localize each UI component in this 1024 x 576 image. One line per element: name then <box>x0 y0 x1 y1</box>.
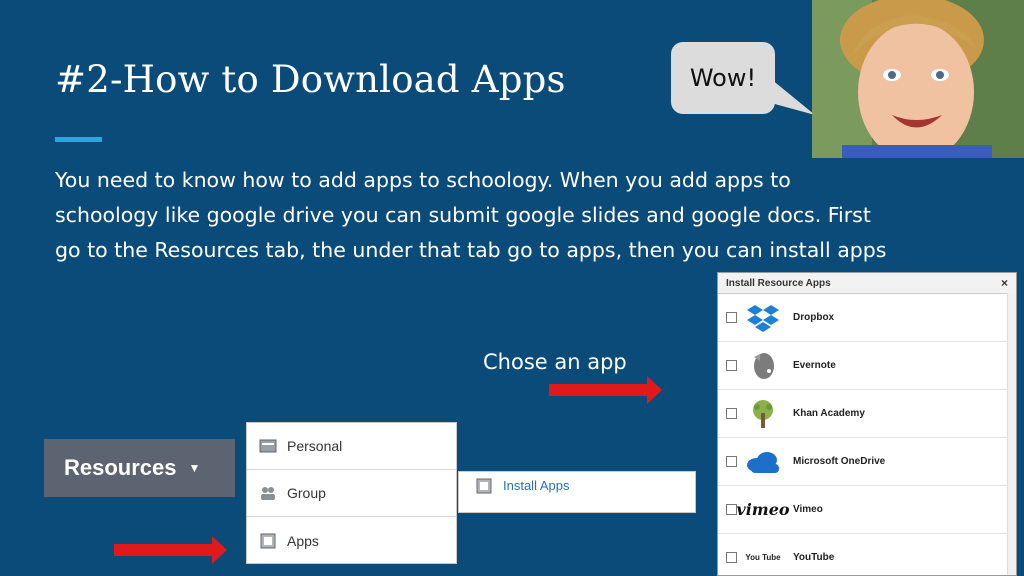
dropdown-item-group[interactable]: Group <box>247 470 456 517</box>
youtube-icon: You Tube <box>745 553 781 562</box>
body-line: You need to know how to add apps to scho… <box>55 168 791 192</box>
app-checkbox[interactable] <box>726 360 737 371</box>
app-name: Evernote <box>793 360 836 371</box>
dropdown-item-personal[interactable]: Personal <box>247 423 456 470</box>
panel-title: Install Resource Apps <box>726 277 831 289</box>
app-name: Dropbox <box>793 312 835 323</box>
resources-label: Resources <box>64 455 177 480</box>
speech-bubble: Wow! <box>671 42 775 114</box>
body-text: You need to know how to add apps to scho… <box>55 163 985 268</box>
speech-bubble-text: Wow! <box>689 64 757 92</box>
dropbox-icon <box>745 302 781 334</box>
evernote-icon <box>745 350 781 382</box>
group-people-icon <box>261 487 275 500</box>
onedrive-icon <box>745 446 781 478</box>
dropdown-item-label: Personal <box>287 438 343 454</box>
khan-academy-icon <box>745 398 781 430</box>
close-icon[interactable]: × <box>1001 276 1008 290</box>
app-checkbox[interactable] <box>726 504 737 515</box>
title-underline <box>55 137 102 142</box>
install-apps-label: Install Apps <box>503 478 570 493</box>
body-line: go to the Resources tab, the under that … <box>55 238 887 262</box>
boy-photo <box>812 0 1024 158</box>
app-row-youtube[interactable]: You Tube YouTube <box>718 534 1016 575</box>
app-row-onedrive[interactable]: Microsoft OneDrive <box>718 438 1016 486</box>
boy-face-image <box>812 0 1024 158</box>
chevron-down-icon: ▼ <box>188 461 201 475</box>
dropdown-item-apps[interactable]: Apps <box>247 517 456 564</box>
vimeo-icon: vimeo <box>736 500 790 519</box>
install-apps-menu-item[interactable]: Install Apps <box>458 471 696 513</box>
slide-title: #2-How to Download Apps <box>55 58 566 101</box>
app-checkbox[interactable] <box>726 312 737 323</box>
resources-dropdown: Personal Group Apps <box>246 422 457 564</box>
panel-scrollbar[interactable] <box>1007 293 1016 575</box>
arrow-to-panel-icon <box>549 376 662 404</box>
chose-app-label: Chose an app <box>483 350 627 374</box>
apps-icon <box>476 478 492 494</box>
app-name: YouTube <box>793 552 835 563</box>
dropdown-item-label: Apps <box>287 532 319 549</box>
app-row-evernote[interactable]: Evernote <box>718 342 1016 390</box>
personal-folder-icon <box>259 439 277 453</box>
arrow-to-apps-icon <box>114 536 227 564</box>
app-checkbox[interactable] <box>726 408 737 419</box>
app-row-vimeo[interactable]: vimeo Vimeo <box>718 486 1016 534</box>
dropdown-item-label: Group <box>287 485 326 501</box>
body-line: schoology like google drive you can subm… <box>55 203 871 227</box>
app-checkbox[interactable] <box>726 552 737 563</box>
apps-icon <box>260 533 276 548</box>
app-checkbox[interactable] <box>726 456 737 467</box>
app-name: Microsoft OneDrive <box>793 456 886 467</box>
app-row-dropbox[interactable]: Dropbox <box>718 294 1016 342</box>
resources-button[interactable]: Resources ▼ <box>44 439 235 497</box>
app-name: Khan Academy <box>793 408 865 419</box>
app-row-khan-academy[interactable]: Khan Academy <box>718 390 1016 438</box>
panel-header: Install Resource Apps × <box>718 273 1016 294</box>
install-resource-apps-panel: Install Resource Apps × Dropbox Evernote <box>717 272 1017 576</box>
app-name: Vimeo <box>793 504 823 515</box>
